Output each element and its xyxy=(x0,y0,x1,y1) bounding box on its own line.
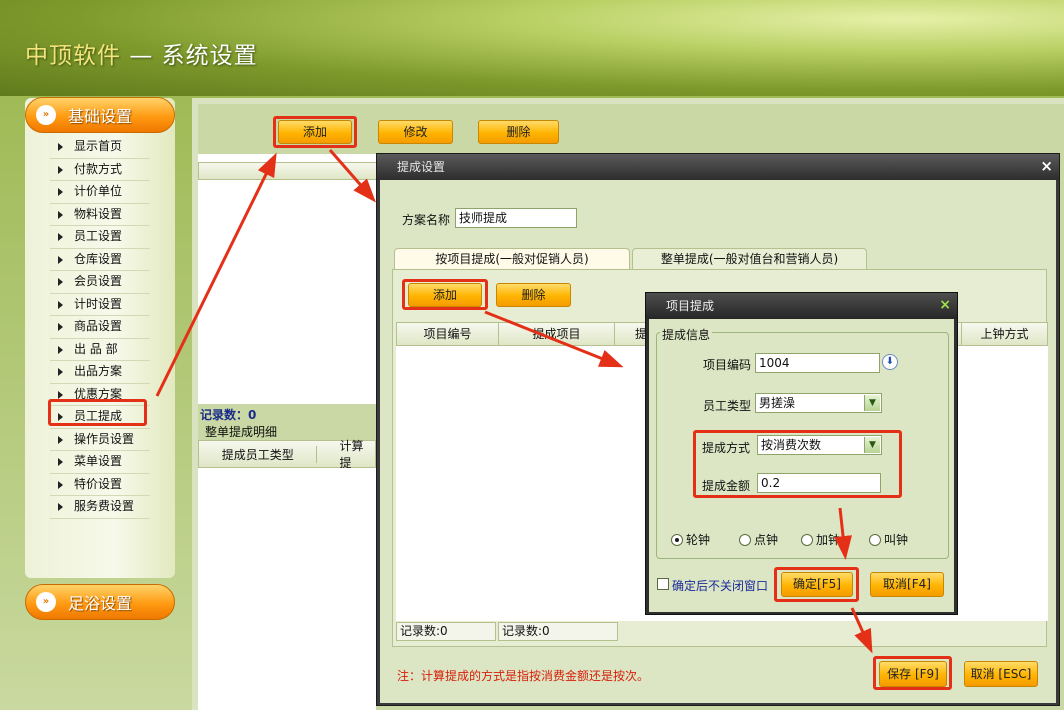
col-item-code: 项目编号 xyxy=(397,323,499,345)
sidebar-item[interactable]: 出 品 部 xyxy=(50,339,150,361)
detail-list[interactable] xyxy=(198,468,376,710)
close-icon[interactable]: × xyxy=(939,297,951,313)
sidebar-item[interactable]: 特价设置 xyxy=(50,474,150,496)
highlight-box xyxy=(402,279,488,310)
chevron-right-icon: » xyxy=(36,105,56,125)
scheme-name-input[interactable]: 技师提成 xyxy=(455,208,577,228)
status-record-count: 记录数:0 xyxy=(498,622,618,641)
sidebar-item[interactable]: 员工设置 xyxy=(50,226,150,249)
scheme-list-header xyxy=(198,162,378,180)
close-icon[interactable]: × xyxy=(1040,157,1053,175)
detail-col-type: 提成员工类型 xyxy=(199,445,318,463)
scheme-name-label: 方案名称 xyxy=(402,213,451,227)
sidebar-item[interactable]: 操作员设置 xyxy=(50,429,150,451)
dialog-title: 提成设置 xyxy=(377,154,1059,180)
highlight-box xyxy=(693,430,902,498)
keep-open-checkbox[interactable] xyxy=(657,578,669,590)
employee-type-select[interactable]: 男搓澡 ▼ xyxy=(755,393,882,413)
highlight-box xyxy=(48,399,147,426)
radio-dot xyxy=(739,533,751,546)
scheme-list[interactable] xyxy=(198,154,378,404)
highlight-box xyxy=(273,116,357,148)
page-title: 系统设置 xyxy=(161,43,258,69)
radio-label: 加钟 xyxy=(816,533,841,547)
tab-whole-order[interactable]: 整单提成(一般对值台和营销人员) xyxy=(632,248,867,270)
sidebar-item[interactable]: 付款方式 xyxy=(50,159,150,181)
category-basic-settings[interactable]: » 基础设置 xyxy=(25,97,175,133)
sidebar-item[interactable]: 计价单位 xyxy=(50,181,150,204)
title-separator: — xyxy=(129,43,154,69)
radio-dot xyxy=(671,533,683,546)
radio-label: 点钟 xyxy=(754,533,779,547)
brand-name: 中顶软件 xyxy=(25,43,121,69)
radio-dot xyxy=(869,533,881,546)
cancel-button[interactable]: 取消[F4] xyxy=(870,572,944,597)
detail-col-calc: 计算提 xyxy=(339,439,364,470)
delete-button[interactable]: 删除 xyxy=(478,120,559,144)
detail-header: 提成员工类型 计算提 xyxy=(198,439,376,470)
app-header: 中顶软件 — 系统设置 xyxy=(0,0,1064,96)
sidebar-item[interactable]: 菜单设置 xyxy=(50,451,150,474)
radio-rotation[interactable]: 轮钟 xyxy=(671,531,710,548)
dialog-title: 项目提成 xyxy=(646,293,957,319)
employee-type-label: 员工类型 xyxy=(703,399,752,413)
radio-dot xyxy=(801,533,813,546)
item-code-label: 项目编码 xyxy=(703,358,752,372)
col-item-name: 提成项目 xyxy=(499,323,615,345)
tab-by-item[interactable]: 按项目提成(一般对促销人员) xyxy=(394,248,630,270)
cancel-button[interactable]: 取消 [ESC] xyxy=(964,661,1038,687)
sidebar-item[interactable]: 显示首页 xyxy=(50,136,150,159)
edit-button[interactable]: 修改 xyxy=(378,120,453,144)
chevron-down-icon[interactable]: ▼ xyxy=(864,395,880,411)
sidebar-item[interactable]: 商品设置 xyxy=(50,316,150,339)
status-record-count: 记录数:0 xyxy=(396,622,496,641)
item-code-input[interactable]: 1004 xyxy=(755,353,880,373)
app-title: 中顶软件 — 系统设置 xyxy=(25,36,258,70)
category-basic-label: 基础设置 xyxy=(68,107,133,126)
category-bath-label: 足浴设置 xyxy=(68,594,133,613)
category-bath-settings[interactable]: » 足浴设置 xyxy=(25,584,175,620)
employee-type-value: 男搓澡 xyxy=(759,396,796,410)
chevron-right-icon: » xyxy=(36,592,56,612)
highlight-box xyxy=(774,567,859,602)
arrow-down-icon[interactable]: ⬇ xyxy=(882,354,898,370)
delete-item-button[interactable]: 删除 xyxy=(496,283,571,307)
sidebar-item[interactable]: 仓库设置 xyxy=(50,249,150,271)
sidebar-item[interactable]: 物料设置 xyxy=(50,204,150,226)
highlight-box xyxy=(873,656,952,690)
sidebar-item[interactable]: 计时设置 xyxy=(50,294,150,316)
sidebar-nav: 显示首页 付款方式 计价单位 物料设置 员工设置 仓库设置 会员设置 计时设置 … xyxy=(50,136,150,519)
radio-label: 叫钟 xyxy=(884,533,909,547)
sidebar-item[interactable]: 出品方案 xyxy=(50,361,150,384)
sidebar-item[interactable]: 服务费设置 xyxy=(50,496,150,519)
keep-open-label: 确定后不关闭窗口 xyxy=(672,579,769,593)
radio-label: 轮钟 xyxy=(686,533,711,547)
radio-extra[interactable]: 加钟 xyxy=(801,531,840,548)
sidebar-item[interactable]: 会员设置 xyxy=(50,271,150,294)
radio-call[interactable]: 叫钟 xyxy=(869,531,908,548)
note-text: 注：计算提成的方式是指按消费金额还是按次。 xyxy=(397,669,650,683)
col-clock-method: 上钟方式 xyxy=(961,323,1047,345)
detail-title: 整单提成明细 xyxy=(205,425,278,439)
group-label: 提成信息 xyxy=(660,326,713,343)
record-count: 记录数：0 xyxy=(200,408,257,422)
radio-point[interactable]: 点钟 xyxy=(739,531,778,548)
